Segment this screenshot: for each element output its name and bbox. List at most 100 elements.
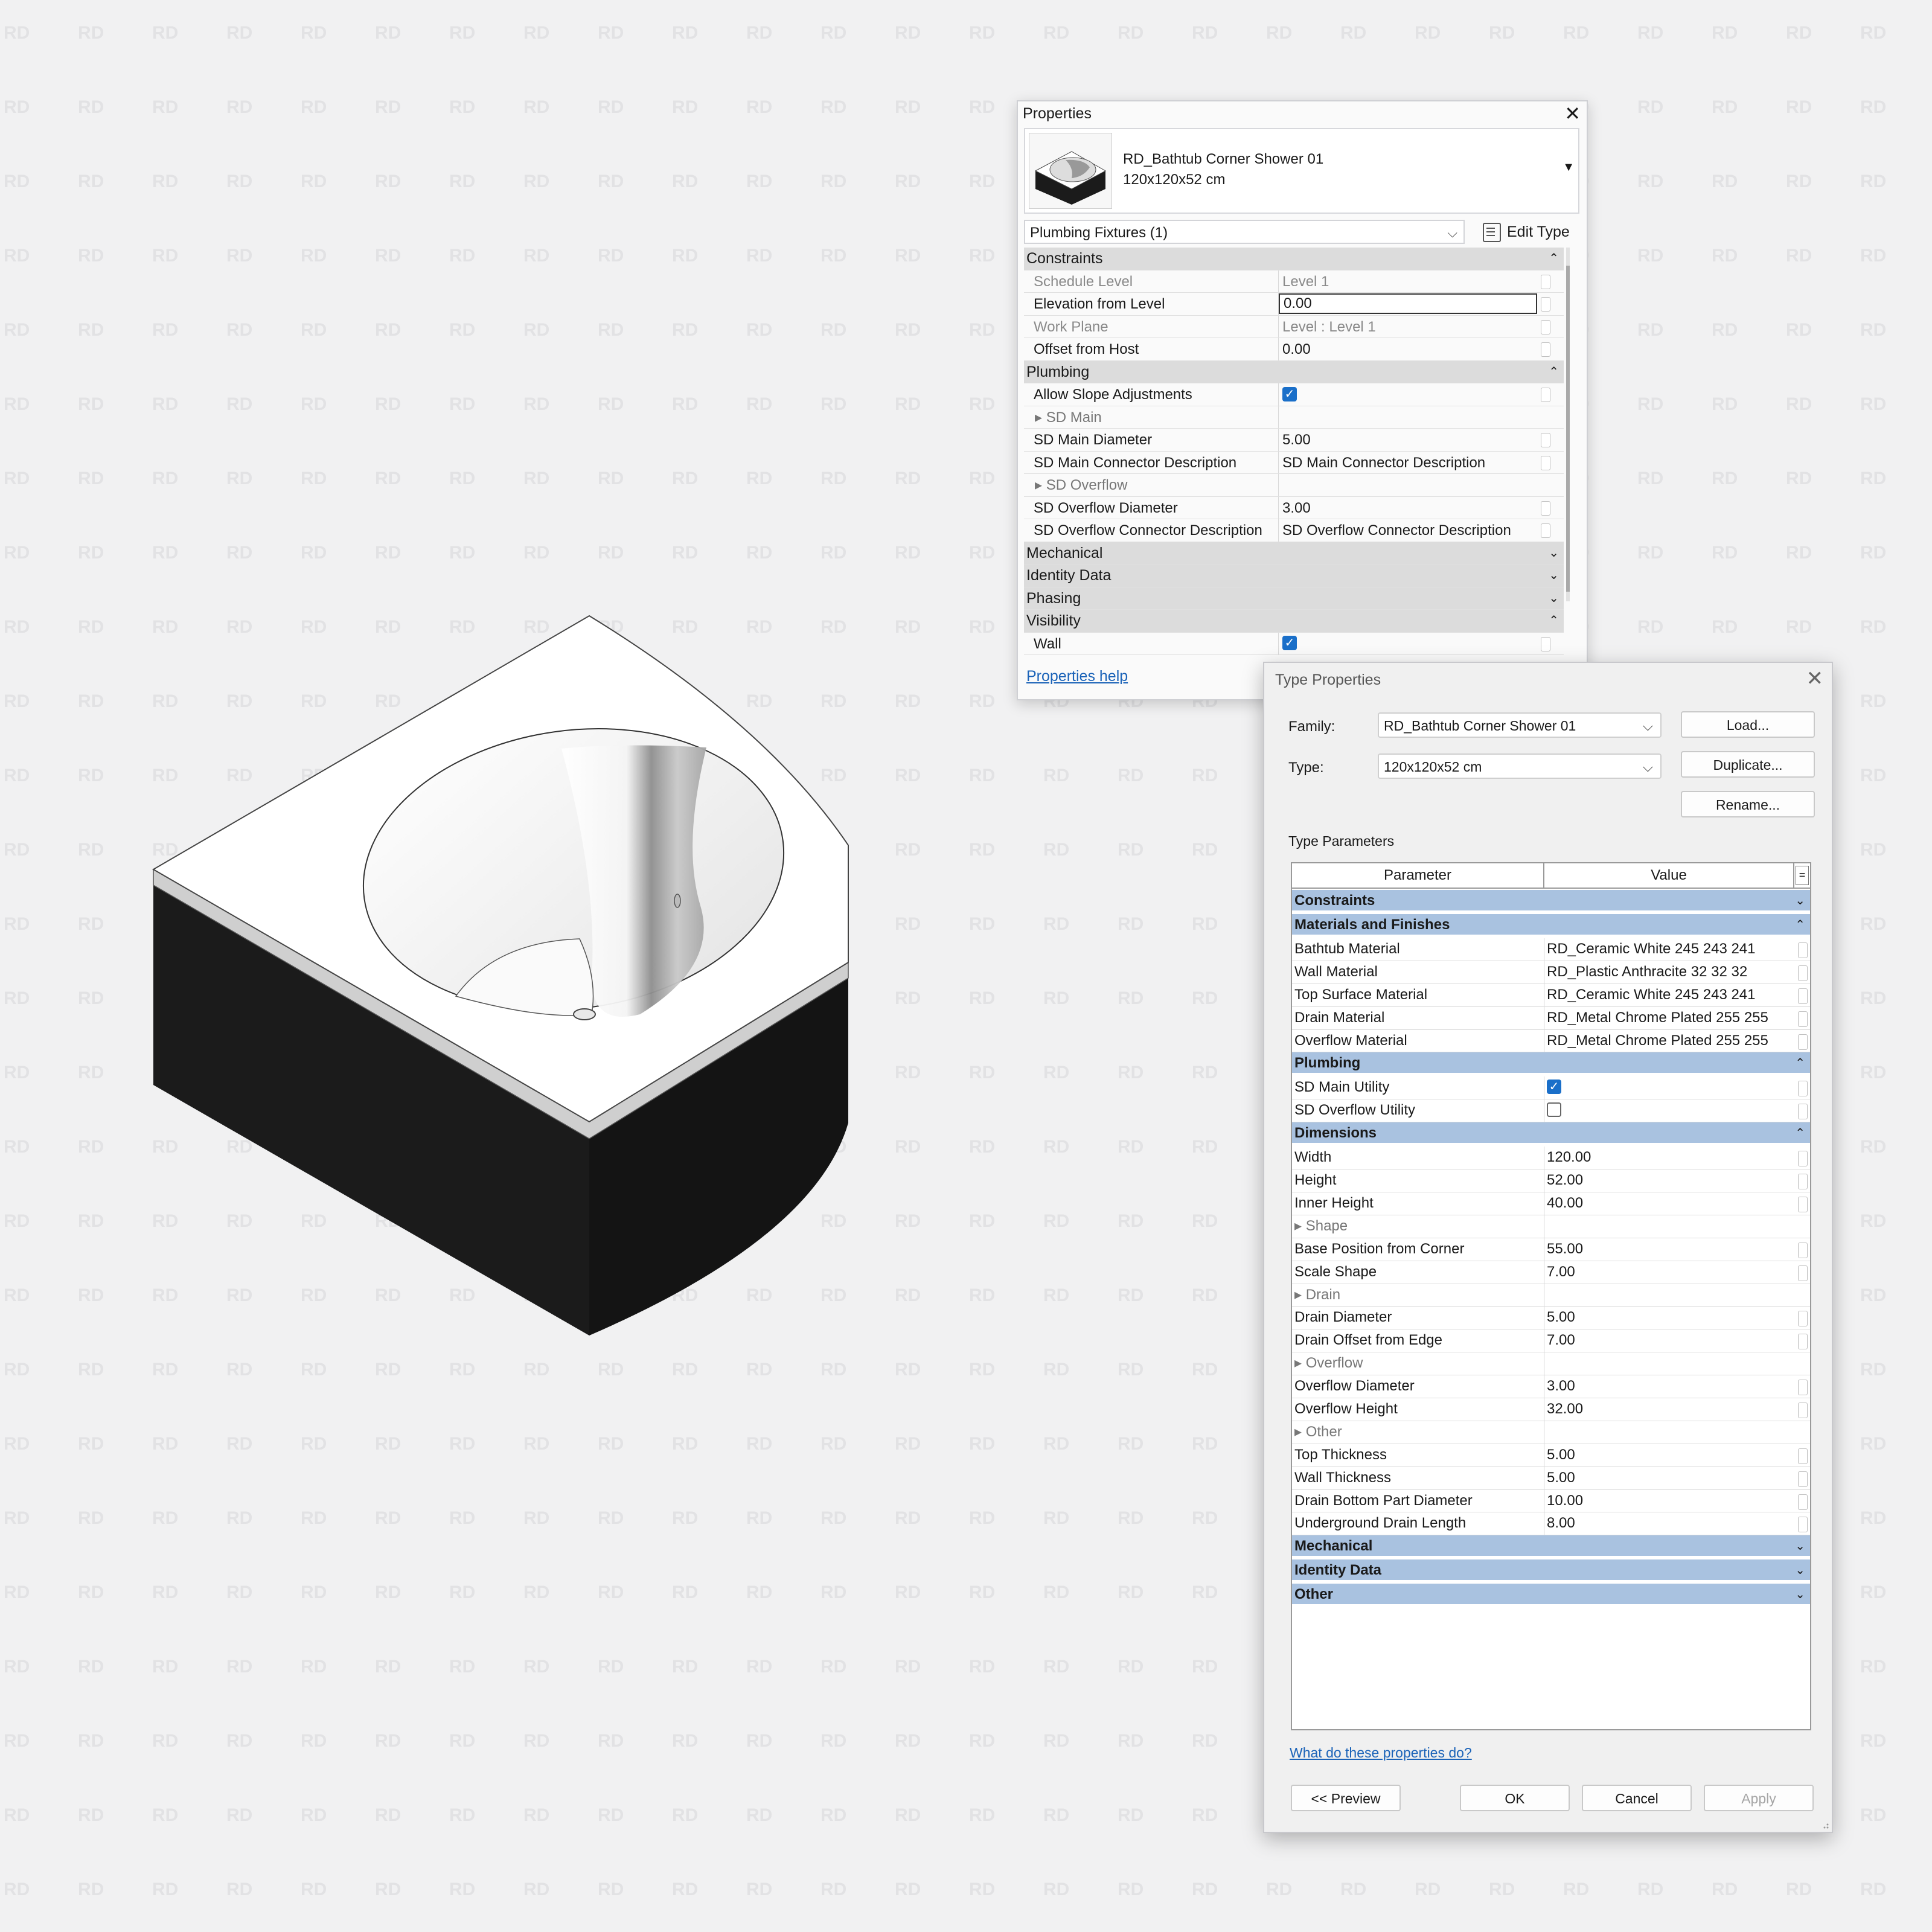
associate-parameter-button[interactable] <box>1798 1494 1808 1510</box>
expand-icon[interactable]: ⌄ <box>1549 565 1559 587</box>
parameter-row[interactable]: Bathtub Material RD_Ceramic White 245 243… <box>1292 938 1810 961</box>
associate-parameter-button[interactable] <box>1798 1174 1808 1190</box>
associate-parameter-button[interactable] <box>1798 1011 1808 1027</box>
parameter-row[interactable]: ▸ Other <box>1292 1421 1810 1444</box>
triangle-right-icon[interactable]: ▸ <box>1294 1355 1306 1371</box>
triangle-right-icon[interactable]: ▸ <box>1035 477 1046 493</box>
parameter-value[interactable]: 52.00 <box>1544 1169 1794 1192</box>
parameter-row[interactable]: Scale Shape 7.00 <box>1292 1261 1810 1284</box>
parameter-row[interactable]: ▸ Shape <box>1292 1215 1810 1238</box>
associate-parameter-button[interactable] <box>1541 523 1550 538</box>
collapse-icon[interactable]: ⌃ <box>1795 1052 1805 1074</box>
associate-parameter-button[interactable] <box>1541 274 1550 289</box>
column-header-value[interactable]: Value <box>1544 863 1794 888</box>
associate-parameter-button[interactable] <box>1798 1471 1808 1487</box>
associate-parameter-button[interactable] <box>1541 297 1550 312</box>
group-header-constraints[interactable]: Constraints ⌄ <box>1292 890 1810 914</box>
associate-parameter-button[interactable] <box>1541 501 1550 516</box>
associate-parameter-button[interactable] <box>1798 1334 1808 1350</box>
group-header-other[interactable]: Other ⌄ <box>1292 1584 1810 1608</box>
parameter-value[interactable]: 120.00 <box>1544 1147 1794 1169</box>
scrollbar-thumb[interactable] <box>1566 266 1570 592</box>
collapse-icon[interactable]: ⌃ <box>1549 361 1559 383</box>
parameter-row[interactable]: SD Main Utility ✓ <box>1292 1076 1810 1100</box>
triangle-right-icon[interactable]: ▸ <box>1035 409 1046 426</box>
parameter-value[interactable]: 3.00 <box>1544 1375 1794 1398</box>
parameter-row[interactable]: Overflow Height 32.00 <box>1292 1398 1810 1421</box>
collapse-icon[interactable]: ⌃ <box>1549 248 1559 270</box>
parameter-value[interactable]: RD_Plastic Anthracite 32 32 32 <box>1544 961 1794 984</box>
group-header-visibility[interactable]: Visibility ⌃ <box>1024 610 1564 633</box>
group-header-materials-and-finishes[interactable]: Materials and Finishes ⌃ <box>1292 914 1810 938</box>
parameter-row[interactable]: SD Overflow Diameter 3.00 <box>1024 496 1564 519</box>
family-select[interactable]: RD_Bathtub Corner Shower 01 ⌵ <box>1378 712 1662 738</box>
parameter-value[interactable]: 7.00 <box>1544 1329 1794 1352</box>
associate-parameter-button[interactable] <box>1541 342 1550 357</box>
parameter-row[interactable]: Offset from Host 0.00 <box>1024 338 1564 361</box>
parameter-row[interactable]: Wall Material RD_Plastic Anthracite 32 32… <box>1292 961 1810 984</box>
associate-parameter-button[interactable] <box>1798 1517 1808 1533</box>
load-button[interactable]: Load... <box>1681 711 1815 738</box>
parameter-checkbox-cell[interactable]: ✓ <box>1279 633 1537 655</box>
collapse-icon[interactable]: ⌃ <box>1549 610 1559 632</box>
parameter-value[interactable]: RD_Ceramic White 245 243 241 <box>1544 938 1794 961</box>
associate-parameter-button[interactable] <box>1798 942 1808 958</box>
associate-parameter-button[interactable] <box>1541 319 1550 334</box>
associate-parameter-button[interactable] <box>1798 1151 1808 1167</box>
parameter-row[interactable]: SD Overflow Utility <box>1292 1099 1810 1123</box>
chevron-down-icon[interactable]: ▼ <box>1563 161 1575 174</box>
associate-parameter-button[interactable] <box>1541 455 1550 470</box>
checkbox-checked[interactable]: ✓ <box>1282 386 1297 401</box>
rename-button[interactable]: Rename... <box>1681 791 1815 817</box>
parameter-value[interactable]: 5.00 <box>1544 1467 1794 1489</box>
resize-grip-icon[interactable] <box>1820 1820 1829 1829</box>
parameter-value[interactable]: 8.00 <box>1544 1512 1794 1535</box>
triangle-right-icon[interactable]: ▸ <box>1294 1424 1306 1440</box>
bathtub-3d-view[interactable] <box>121 592 875 1346</box>
preview-button[interactable]: << Preview <box>1291 1785 1401 1811</box>
associate-parameter-button[interactable] <box>1798 1104 1808 1120</box>
properties-help-link[interactable]: Properties help <box>1026 668 1128 685</box>
parameter-row[interactable]: Elevation from Level 0.00 <box>1024 293 1564 316</box>
duplicate-button[interactable]: Duplicate... <box>1681 751 1815 778</box>
edit-type-button[interactable]: Edit Type <box>1483 220 1570 244</box>
parameter-row[interactable]: Drain Offset from Edge 7.00 <box>1292 1329 1810 1353</box>
parameter-value[interactable]: SD Overflow Connector Description <box>1279 519 1537 542</box>
parameter-row[interactable]: SD Overflow Connector Description SD Over… <box>1024 519 1564 542</box>
close-icon[interactable]: ✕ <box>1806 667 1824 691</box>
parameter-value[interactable]: 32.00 <box>1544 1398 1794 1421</box>
parameter-row[interactable]: ▸ Overflow <box>1292 1352 1810 1376</box>
group-header-mechanical[interactable]: Mechanical ⌄ <box>1292 1535 1810 1560</box>
collapse-icon[interactable]: ⌃ <box>1795 1122 1805 1144</box>
associate-parameter-button[interactable] <box>1541 388 1550 402</box>
cancel-button[interactable]: Cancel <box>1582 1785 1692 1811</box>
associate-parameter-button[interactable] <box>1541 636 1550 651</box>
parameter-checkbox-cell[interactable] <box>1544 1099 1794 1122</box>
expand-icon[interactable]: ⌄ <box>1795 1584 1805 1605</box>
group-header-identity-data[interactable]: Identity Data ⌄ <box>1024 565 1564 587</box>
parameter-value[interactable]: 55.00 <box>1544 1238 1794 1261</box>
type-selector[interactable]: RD_Bathtub Corner Shower 01 120x120x52 c… <box>1024 128 1579 214</box>
checkbox-checked[interactable]: ✓ <box>1547 1080 1561 1095</box>
associate-parameter-button[interactable] <box>1798 1403 1808 1419</box>
associate-parameter-button[interactable] <box>1798 988 1808 1004</box>
associate-parameter-button[interactable] <box>1798 1448 1808 1464</box>
expand-icon[interactable]: ⌄ <box>1795 890 1805 912</box>
expand-icon[interactable]: ⌄ <box>1549 542 1559 565</box>
associate-parameter-button[interactable] <box>1798 1265 1808 1281</box>
parameter-value[interactable]: SD Main Connector Description <box>1279 452 1537 474</box>
checkbox-checked[interactable]: ✓ <box>1282 636 1297 651</box>
parameter-value[interactable]: 7.00 <box>1544 1261 1794 1284</box>
associate-parameter-button[interactable] <box>1798 965 1808 981</box>
group-header-phasing[interactable]: Phasing ⌄ <box>1024 587 1564 610</box>
properties-scrollbar[interactable] <box>1566 248 1570 601</box>
triangle-right-icon[interactable]: ▸ <box>1294 1218 1306 1234</box>
column-header-formula[interactable]: = <box>1796 866 1809 885</box>
properties-explanation-link[interactable]: What do these properties do? <box>1290 1745 1472 1761</box>
parameter-row[interactable]: Wall ✓ <box>1024 632 1564 655</box>
parameter-value[interactable]: RD_Metal Chrome Plated 255 255 <box>1544 1030 1794 1052</box>
parameter-value[interactable]: 40.00 <box>1544 1192 1794 1215</box>
parameter-row[interactable]: Width 120.00 <box>1292 1147 1810 1170</box>
parameter-value[interactable]: 0.00 <box>1279 338 1537 360</box>
parameter-row[interactable]: Inner Height 40.00 <box>1292 1192 1810 1215</box>
